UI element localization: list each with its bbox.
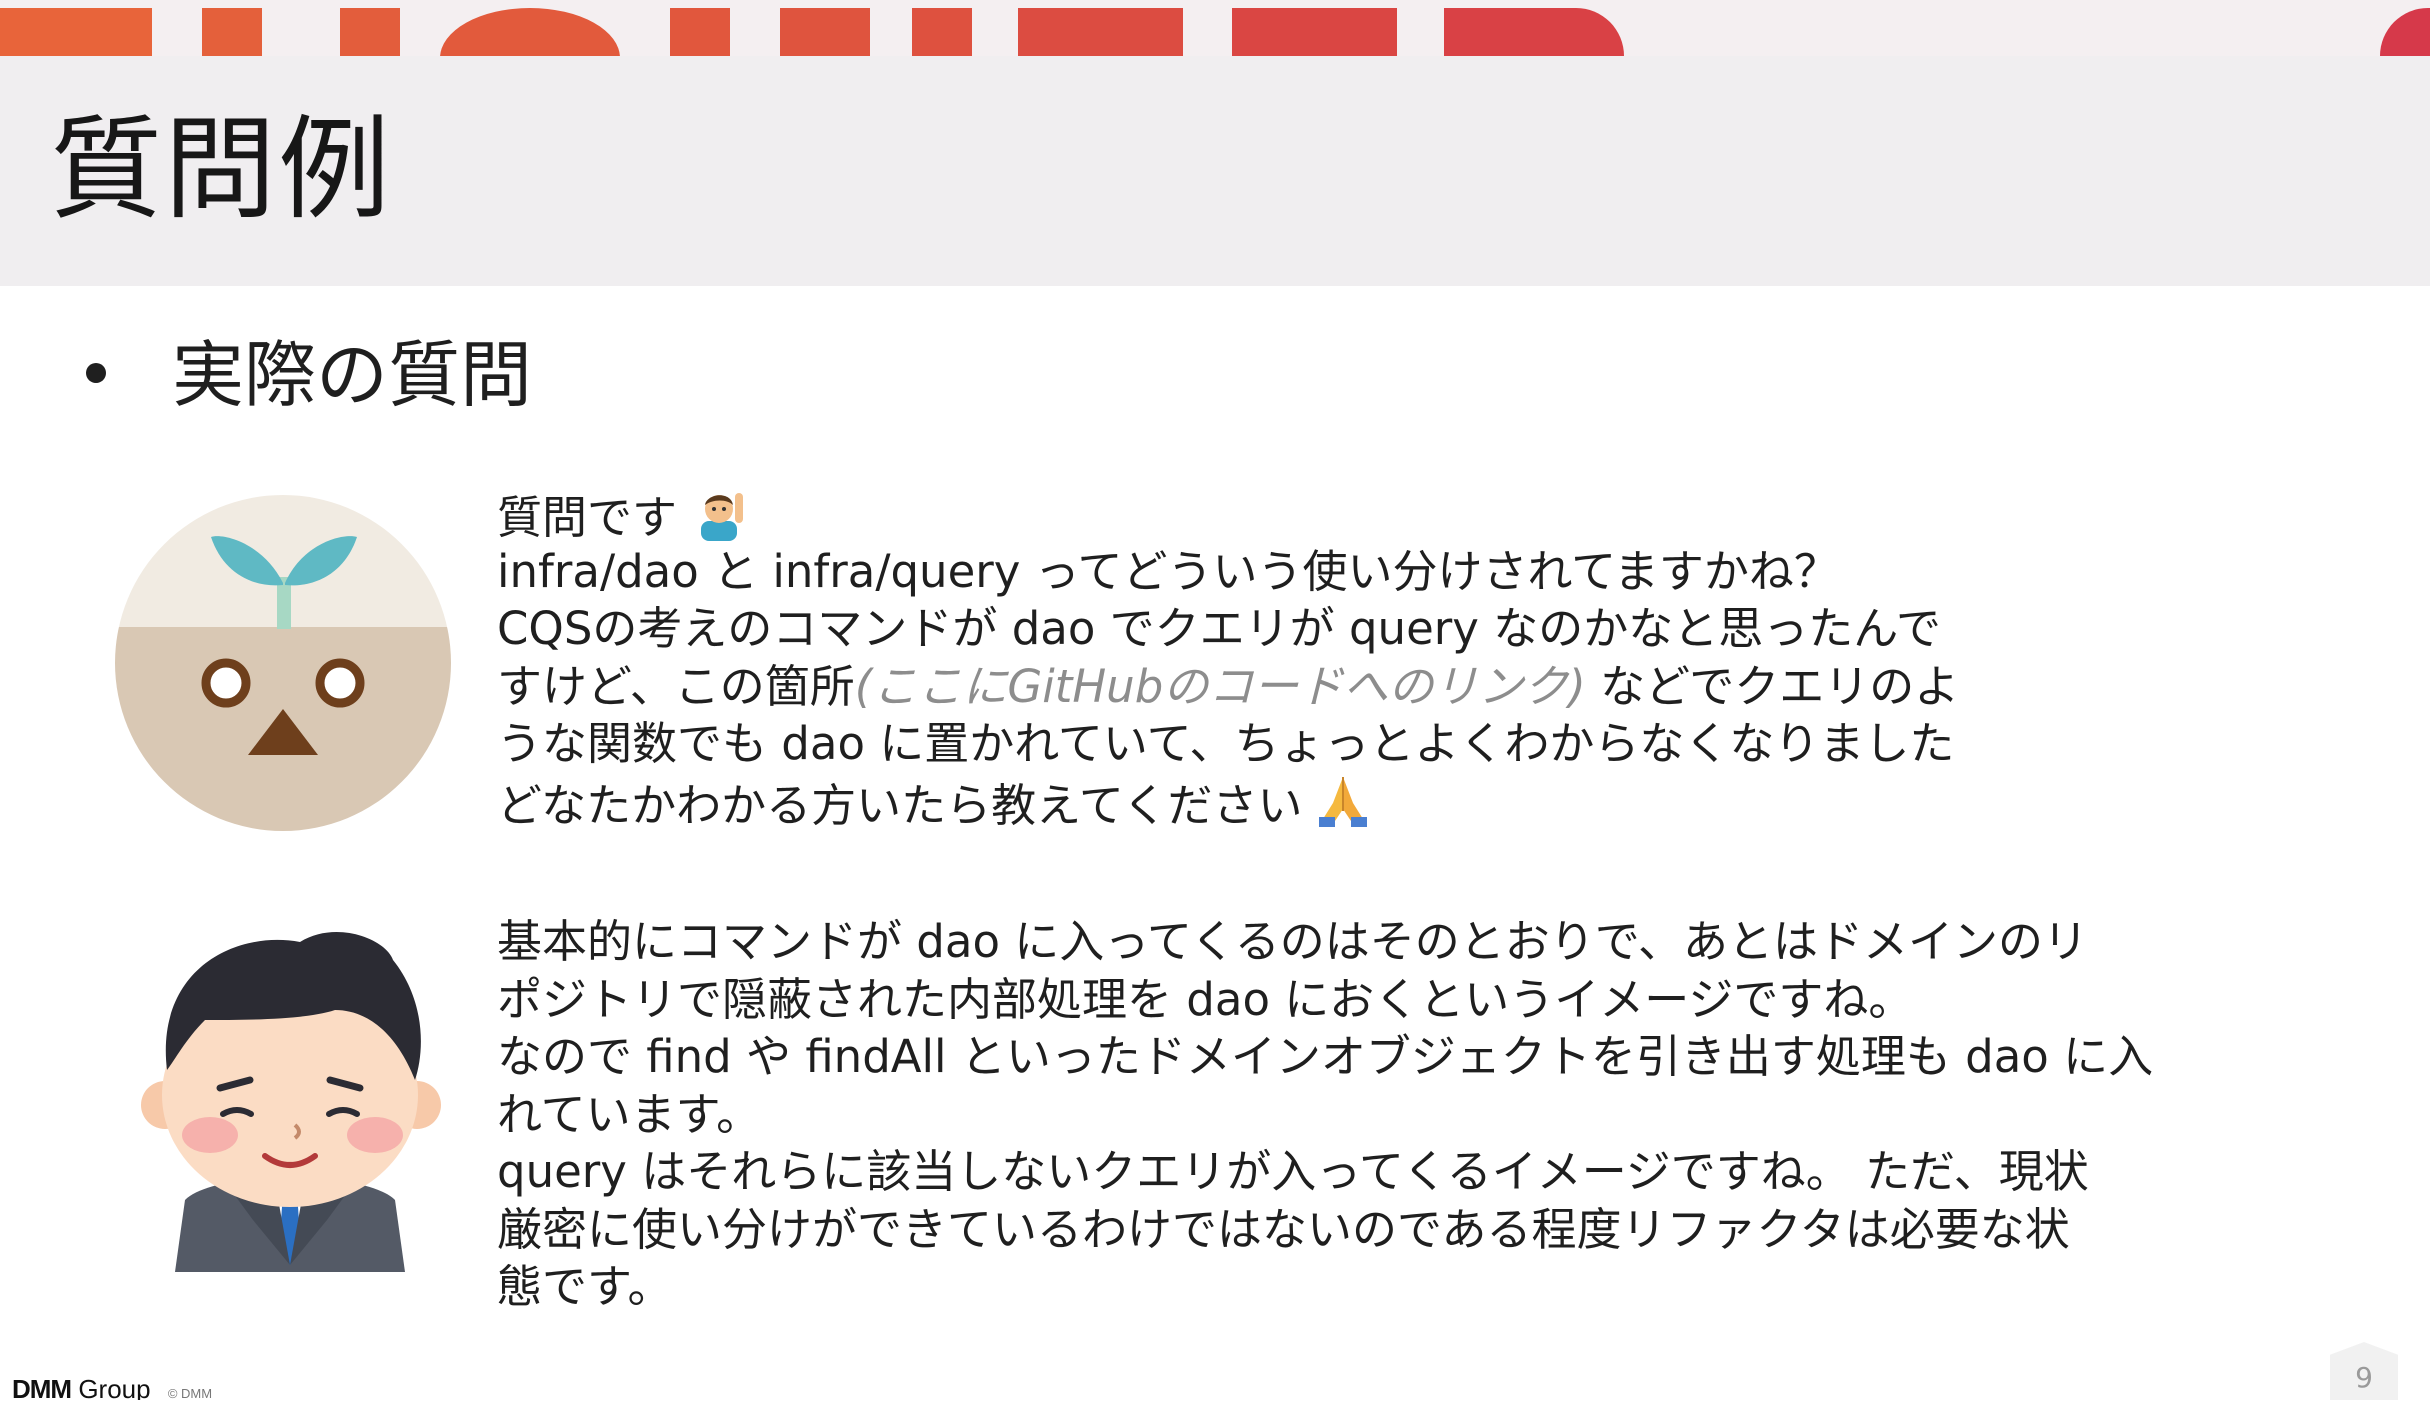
businessman-avatar-icon — [141, 931, 441, 1272]
page-number: 9 — [2330, 1342, 2398, 1400]
answer-line-7: 態です。 — [497, 1260, 673, 1313]
github-code-link[interactable]: (ここにGitHubのコードへのリンク) — [855, 660, 1586, 713]
question-line-4-tail: などでクエリのよ — [1585, 659, 1960, 713]
question-line-4: すけど、この箇所(ここにGitHubのコードへのリンク) などでクエリのよ — [497, 658, 1959, 716]
person-raising-hand-icon — [701, 493, 744, 541]
answer-line-6: 厳密に使い分けができているわけではないのである程度リファクタは必要な状 — [497, 1202, 2070, 1256]
question-line-6-text: どなたかわかる方いたら教えてください — [497, 778, 1303, 832]
answer-line-3: なので find や findAll といったドメインオブジェクトを引き出す処理… — [497, 1030, 2154, 1083]
question-line-5: うな関数でも dao に置かれていて、ちょっとよくわからなくなりました — [497, 717, 1955, 770]
question-message: 質問です infra/dao と infra/query ってどういう使い分けさ… — [497, 485, 1959, 832]
question-line-6: どなたかわかる方いたら教えてください — [497, 773, 1959, 832]
dmm-group-logo: DMM Group © DMM — [12, 1378, 212, 1400]
folded-hands-icon — [1318, 776, 1367, 827]
top-decorative-band — [0, 0, 2430, 56]
answer-line-4: れています。 — [497, 1087, 762, 1141]
sprout-face-avatar-icon — [115, 495, 451, 831]
bullet-text: 実際の質問 — [172, 333, 533, 417]
question-line-2: infra/dao と infra/query ってどういう使い分けされてますか… — [497, 544, 1839, 598]
question-line-3: CQSの考えのコマンドが dao でクエリが query なのかなと思ったんで — [497, 602, 1941, 655]
question-line-1: 質問です — [497, 485, 1959, 544]
bullet-marker — [86, 363, 106, 383]
question-line-4-text: すけど、この箇所 — [497, 659, 855, 713]
answer-message: 基本的にコマンドが dao に入ってくるのはそのとおりで、あとはドメインのリ ポ… — [497, 913, 2153, 1316]
logo-text: DMM — [12, 1378, 72, 1400]
slide-title: 質問例 — [50, 105, 392, 235]
question-line-1-text: 質問です — [497, 491, 678, 544]
copyright: © DMM — [167, 1386, 213, 1400]
answer-line-1: 基本的にコマンドが dao に入ってくるのはそのとおりで、あとはドメインのリ — [497, 915, 2088, 968]
logo-suffix: Group — [78, 1378, 151, 1400]
answer-line-5: query はそれらに該当しないクエリが入ってくるイメージですね。 ただ、現状 — [497, 1145, 2089, 1198]
answer-line-2: ポジトリで隠蔽された内部処理を dao におくというイメージですね。 — [497, 972, 1914, 1026]
